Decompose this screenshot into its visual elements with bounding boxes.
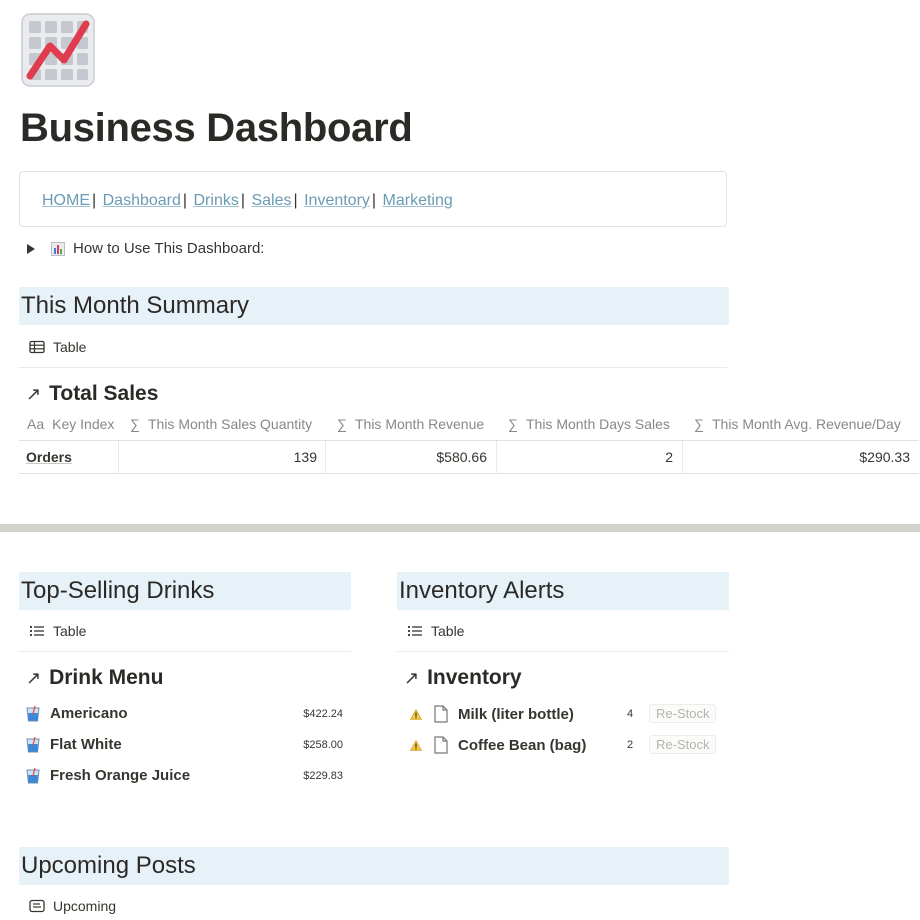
page-icon (434, 736, 448, 754)
inventory-qty: 2 (627, 739, 634, 751)
restock-tag: Re-Stock (649, 704, 717, 723)
posts-view-tab[interactable]: Upcoming (29, 898, 116, 914)
cell-days-sales[interactable]: 2 (496, 449, 673, 465)
cell-revenue[interactable]: $580.66 (325, 449, 487, 465)
inventory-qty: 4 (627, 708, 634, 720)
warning-icon (410, 708, 422, 720)
warning-icon (410, 739, 422, 751)
nav-link-sales[interactable]: Sales (251, 192, 291, 209)
col-header-days-sales[interactable]: ∑ This Month Days Sales (508, 416, 670, 432)
divider-line (19, 367, 727, 368)
view-tab-label: Table (53, 339, 87, 355)
table-row-border (19, 473, 919, 474)
col-header-revenue[interactable]: ∑ This Month Revenue (337, 416, 484, 432)
toggle-triangle-icon[interactable] (27, 243, 35, 254)
sigma-icon: ∑ (130, 416, 140, 432)
table-icon (29, 340, 45, 354)
drink-name: Flat White (50, 736, 122, 753)
page-icon (434, 705, 448, 723)
drink-name: Americano (50, 705, 128, 722)
text-prop-icon: Aa (27, 416, 45, 432)
summary-heading: This Month Summary (19, 287, 729, 325)
list-item[interactable]: Fresh Orange Juice (26, 767, 190, 784)
link-arrow-icon: ↗ (26, 383, 42, 404)
list-item[interactable]: Americano (26, 705, 128, 722)
inventory-item-name: Milk (liter bottle) (458, 705, 574, 723)
page-title: Business Dashboard (20, 106, 413, 150)
db-title-text: Inventory (427, 666, 522, 689)
bar-chart-icon (51, 241, 65, 256)
view-tab-label: Table (431, 623, 465, 639)
divider-line (19, 651, 351, 652)
drink-price: $258.00 (303, 739, 343, 751)
list-icon (407, 625, 422, 637)
nav-link-home[interactable]: HOME (42, 192, 90, 209)
drinks-view-tab[interactable]: Table (29, 623, 86, 639)
col-header-sales-quantity[interactable]: ∑ This Month Sales Quantity (130, 416, 312, 432)
toggle-label: How to Use This Dashboard: (73, 240, 265, 257)
cell-avg-revenue[interactable]: $290.33 (682, 449, 910, 465)
drink-price: $229.83 (303, 770, 343, 782)
summary-view-tab[interactable]: Table (29, 339, 86, 355)
list-item[interactable]: Milk (liter bottle) (410, 705, 574, 723)
view-tab-label: Table (53, 623, 87, 639)
cup-icon (26, 767, 40, 783)
cup-icon (26, 736, 40, 752)
cell-sales-quantity[interactable]: 139 (118, 449, 317, 465)
nav-link-dashboard[interactable]: Dashboard (103, 192, 181, 209)
drinks-heading: Top-Selling Drinks (19, 572, 351, 610)
drink-menu-db-title[interactable]: ↗ Drink Menu (26, 666, 163, 690)
sigma-icon: ∑ (508, 416, 518, 432)
inventory-heading: Inventory Alerts (397, 572, 729, 610)
list-item[interactable]: Flat White (26, 736, 122, 753)
table-row-border (19, 440, 919, 441)
sigma-icon: ∑ (694, 416, 704, 432)
list-item[interactable]: Coffee Bean (bag) (410, 736, 586, 754)
section-divider (0, 524, 920, 532)
col-header-avg-revenue[interactable]: ∑ This Month Avg. Revenue/Day (694, 416, 901, 432)
cell-key-index[interactable]: Orders (26, 449, 72, 465)
drink-price: $422.24 (303, 708, 343, 720)
nav-link-drinks[interactable]: Drinks (194, 192, 239, 209)
posts-heading: Upcoming Posts (19, 847, 729, 885)
how-to-toggle[interactable]: How to Use This Dashboard: (27, 240, 264, 257)
link-arrow-icon: ↗ (404, 667, 420, 688)
link-arrow-icon: ↗ (26, 667, 42, 688)
nav-callout: HOME | Dashboard | Drinks | Sales | Inventor… (19, 171, 727, 227)
list-icon (29, 625, 44, 637)
cup-icon (26, 705, 40, 721)
inventory-view-tab[interactable]: Table (407, 623, 464, 639)
nav-link-inventory[interactable]: Inventory (304, 192, 370, 209)
nav-links: HOME | Dashboard | Drinks | Sales | Inventor… (42, 192, 453, 209)
inventory-item-name: Coffee Bean (bag) (458, 736, 587, 754)
drink-name: Fresh Orange Juice (50, 767, 191, 784)
view-tab-label: Upcoming (53, 898, 117, 914)
nav-link-marketing[interactable]: Marketing (383, 192, 453, 209)
inventory-db-title[interactable]: ↗ Inventory (404, 666, 522, 690)
restock-tag: Re-Stock (649, 735, 717, 754)
db-title-text: Drink Menu (49, 666, 164, 689)
total-sales-db-title[interactable]: ↗ Total Sales (26, 382, 158, 406)
divider-line (397, 651, 729, 652)
col-header-key-index[interactable]: Aa Key Index (27, 416, 114, 432)
db-title-text: Total Sales (49, 382, 159, 405)
sigma-icon: ∑ (337, 416, 347, 432)
board-view-icon (29, 899, 45, 913)
chart-increasing-icon (21, 13, 95, 87)
